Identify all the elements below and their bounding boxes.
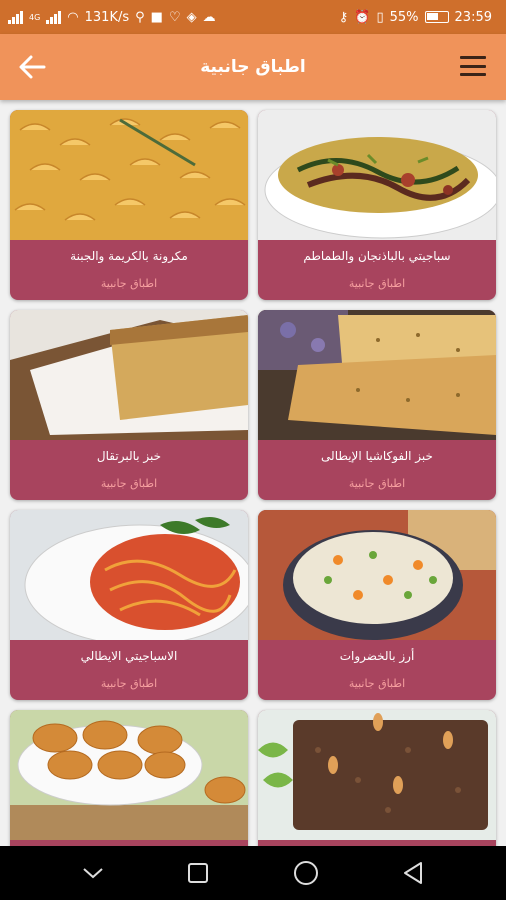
- network-type: 4G: [29, 12, 41, 22]
- recipe-image-brown-cake: [258, 710, 496, 840]
- recipe-category: اطباق جانبية: [100, 677, 158, 690]
- status-right: ⚷ ⏰ ▯ 55% 23:59: [339, 10, 492, 25]
- vibrate-icon: ▯: [376, 9, 384, 25]
- recipe-card[interactable]: الاسباجيتي الايطالي اطباق جانبية: [10, 510, 248, 700]
- recipe-image-macaroni-cheese: [10, 110, 248, 240]
- navigation-bar: [0, 846, 506, 900]
- battery-icon: [424, 11, 449, 23]
- recipe-category: اطباق جانبية: [100, 277, 158, 290]
- square-recents-icon[interactable]: [187, 862, 209, 884]
- recipe-card[interactable]: أرز بالخضروات اطباق جانبية: [258, 510, 496, 700]
- hamburger-menu-icon[interactable]: [460, 56, 486, 76]
- recipe-category: اطباق جانبية: [348, 477, 406, 490]
- signal-icon: [8, 10, 23, 24]
- wifi-icon: ◠: [67, 9, 79, 25]
- recipe-name: الاسباجيتي الايطالي: [80, 649, 178, 663]
- recipe-card[interactable]: [10, 710, 248, 846]
- notification-icon: ■: [150, 9, 163, 25]
- app-bar: اطباق جانبية: [0, 34, 506, 100]
- circle-home-icon[interactable]: [293, 860, 319, 886]
- status-bar: 4G ◠ 131K/s ⚲ ■ ♡ ◈ ☁ ⚷ ⏰ ▯ 55% 23:59: [0, 0, 506, 34]
- recipe-image-chicken-nuggets: [10, 710, 248, 840]
- recipe-image-italian-spaghetti: [10, 510, 248, 640]
- triangle-back-icon[interactable]: [402, 861, 424, 885]
- recipe-card[interactable]: خبز الفوكاشيا الإيطالى اطباق جانبية: [258, 310, 496, 500]
- location-icon: ◈: [186, 9, 197, 25]
- recipe-name: مكرونة بالكريمة والجبنة: [70, 249, 188, 263]
- recipe-category: اطباق جانبية: [100, 477, 158, 490]
- recipe-card[interactable]: مكرونة بالكريمة والجبنة اطباق جانبية: [10, 110, 248, 300]
- recipe-name: خبز بالبرتقال: [96, 449, 162, 463]
- recipe-card[interactable]: سباجيتي بالباذنجان والطماطم اطباق جانبية: [258, 110, 496, 300]
- status-left: 4G ◠ 131K/s ⚲ ■ ♡ ◈ ☁: [8, 10, 216, 25]
- chevron-down-icon[interactable]: [82, 866, 104, 880]
- recipe-image-orange-bread: [10, 310, 248, 440]
- alarm-icon: ⏰: [354, 9, 371, 25]
- recipe-name: سباجيتي بالباذنجان والطماطم: [303, 249, 451, 263]
- recipe-image-vegetable-rice: [258, 510, 496, 640]
- recipe-image-spaghetti-eggplant: [258, 110, 496, 240]
- clock: 23:59: [454, 9, 492, 25]
- network-speed: 131K/s: [84, 9, 130, 25]
- recipe-name: أرز بالخضروات: [339, 649, 415, 663]
- usb-icon: ⚲: [135, 9, 145, 25]
- recipe-name: خبز الفوكاشيا الإيطالى: [321, 449, 433, 463]
- key-icon: ⚷: [338, 9, 349, 25]
- cloud-icon: ☁: [202, 9, 216, 25]
- shield-icon: ♡: [168, 9, 181, 25]
- recipe-image-focaccia-bread: [258, 310, 496, 440]
- signal-icon-2: [46, 10, 62, 24]
- recipe-grid[interactable]: سباجيتي بالباذنجان والطماطم اطباق جانبية…: [0, 100, 506, 846]
- page-title: اطباق جانبية: [200, 57, 306, 77]
- battery-percent: 55%: [389, 9, 419, 25]
- recipe-category: اطباق جانبية: [348, 277, 406, 290]
- recipe-card[interactable]: خبز بالبرتقال اطباق جانبية: [10, 310, 248, 500]
- arrow-left-icon[interactable]: [18, 54, 46, 80]
- recipe-category: اطباق جانبية: [348, 677, 406, 690]
- recipe-card[interactable]: [258, 710, 496, 846]
